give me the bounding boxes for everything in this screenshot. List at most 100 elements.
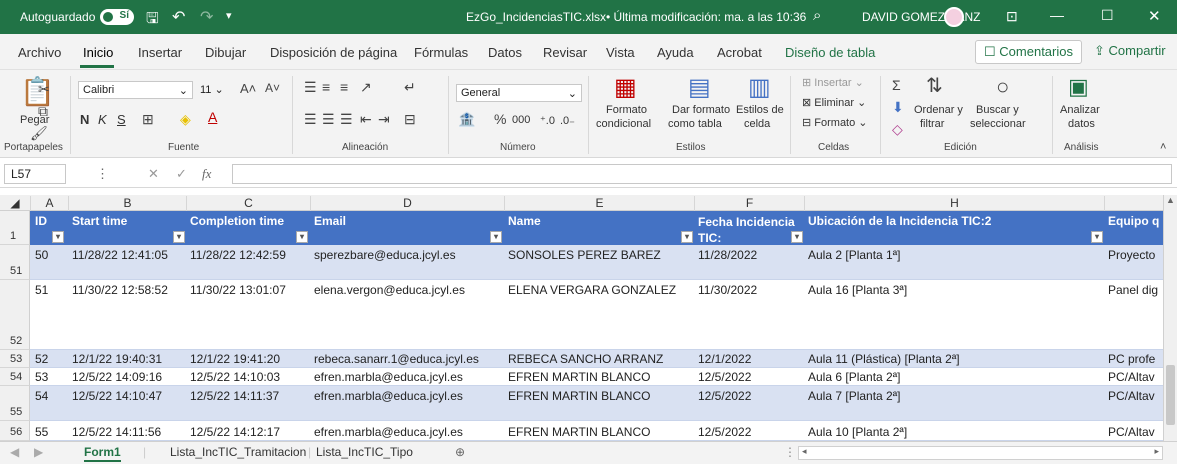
col-header-f[interactable]: F [694,196,804,211]
select-all-corner[interactable]: ◢ [0,196,30,211]
enter-icon[interactable]: ✓ [176,166,187,182]
cell-name[interactable]: REBECA SANCHO ARRANZ [508,352,663,366]
col-header-b[interactable]: B [68,196,186,211]
header-email[interactable]: Email [314,214,504,228]
table-row[interactable]: 54 12/5/22 14:10:47 12/5/22 14:11:37 efr… [30,386,1163,421]
cell-email[interactable]: sperezbare@educa.jcyl.es [314,248,456,262]
sort-filter-icon[interactable]: ⇅ [926,76,943,96]
next-sheet-icon[interactable]: ▶ [34,445,43,459]
cond-format-label1[interactable]: Formato [606,104,647,116]
format-cells-button[interactable]: ⊟ Formato ⌄ [802,116,868,129]
cell-equipo[interactable]: PC/Altav [1108,370,1163,384]
align-left-icon[interactable]: ☰ [304,112,317,126]
clear-icon[interactable]: ◇ [892,122,903,136]
add-sheet-icon[interactable]: ⊕ [455,445,465,459]
col-header-d[interactable]: D [310,196,504,211]
font-name-select[interactable]: Calibri ⌄ [78,81,193,99]
scroll-left-icon[interactable]: ◂ [802,446,807,457]
cell-fecha[interactable]: 11/30/2022 [698,283,757,297]
cell-email[interactable]: efren.marbla@educa.jcyl.es [314,370,463,384]
cell-styles-label2[interactable]: celda [744,118,770,130]
collapse-ribbon-icon[interactable]: ˄ [1160,142,1166,153]
cell-name[interactable]: ELENA VERGARA GONZALEZ [508,283,676,297]
tab-archivo[interactable]: Archivo [18,45,61,60]
row-header-51[interactable]: 51 [0,245,30,280]
row-header-53[interactable]: 53 [0,350,30,368]
cell-styles-label1[interactable]: Estilos de [736,104,784,116]
row-header-1[interactable]: 1 [0,211,30,245]
filter-dropdown-icon[interactable]: ▾ [173,231,185,243]
increase-indent-icon[interactable]: ⇥ [378,112,390,126]
cut-icon[interactable]: ✂ [38,82,50,96]
autosum-icon[interactable]: Σ [892,78,901,92]
align-right-icon[interactable]: ☰ [340,112,353,126]
save-icon[interactable]: 🖫 [146,8,159,33]
header-start-time[interactable]: Start time [72,214,186,228]
col-header-e[interactable]: E [504,196,694,211]
cell-completion-time[interactable]: 12/5/22 14:10:03 [190,370,280,384]
filter-dropdown-icon[interactable]: ▾ [681,231,693,243]
cell-equipo[interactable]: Panel dig [1108,283,1163,297]
align-top-icon[interactable]: ☰ [304,80,317,94]
tab-formulas[interactable]: Fórmulas [414,45,468,60]
row-header-52[interactable]: 52 [0,280,30,350]
col-header-a[interactable]: A [30,196,68,211]
header-id[interactable]: ID [35,214,69,228]
find-label1[interactable]: Buscar y [976,104,1019,116]
cell-start-time[interactable]: 12/5/22 14:11:56 [72,425,161,439]
increase-decimal-icon[interactable]: ⁺.0 [540,114,555,127]
cell-completion-time[interactable]: 11/30/22 13:01:07 [190,283,286,297]
cell-fecha[interactable]: 11/28/2022 [698,248,757,262]
cell-name[interactable]: SONSOLES PEREZ BAREZ [508,248,661,262]
formula-input[interactable] [232,164,1172,184]
align-middle-icon[interactable]: ≡ [322,80,330,94]
decrease-decimal-icon[interactable]: .0₋ [560,114,575,127]
row-header-55[interactable]: 55 [0,386,30,421]
cell-email[interactable]: efren.marbla@educa.jcyl.es [314,389,463,403]
cell-ubicacion[interactable]: Aula 2 [Planta 1ª] [808,248,901,262]
borders-icon[interactable]: ⊞ [142,112,154,126]
cell-start-time[interactable]: 12/5/22 14:10:47 [72,389,162,403]
sheet-tab-tramitacion[interactable]: Lista_IncTIC_Tramitacion [170,445,306,459]
cell-email[interactable]: elena.vergon@educa.jcyl.es [314,283,465,297]
grow-font-icon[interactable]: A˄ [240,82,256,95]
format-painter-icon[interactable]: 🖌 [30,126,48,140]
delete-cells-button[interactable]: ⊠ Eliminar ⌄ [802,96,866,109]
minimize-icon[interactable]: — [1050,7,1064,23]
tab-disposicion[interactable]: Disposición de página [270,45,397,60]
shrink-font-icon[interactable]: A˅ [265,82,280,94]
cell-start-time[interactable]: 11/28/22 12:41:05 [72,248,168,262]
conditional-format-icon[interactable]: ▦ [614,76,637,100]
autosave-toggle[interactable]: Sí [100,9,134,25]
col-header-c[interactable]: C [186,196,310,211]
table-row[interactable]: 55 12/5/22 14:11:56 12/5/22 14:12:17 efr… [30,421,1163,441]
cell-completion-time[interactable]: 12/1/22 19:41:20 [190,352,280,366]
percent-icon[interactable]: % [494,112,506,126]
format-table-label2[interactable]: como tabla [668,118,722,130]
sort-label2[interactable]: filtrar [920,118,944,130]
cell-completion-time[interactable]: 11/28/22 12:42:59 [190,248,286,262]
comments-button[interactable]: ☐ Comentarios [975,40,1082,64]
tab-diseno-tabla[interactable]: Diseño de tabla [785,45,875,60]
header-name[interactable]: Name [508,214,694,228]
cell-completion-time[interactable]: 12/5/22 14:11:37 [190,389,279,403]
accounting-icon[interactable]: 🏦 [458,112,475,126]
table-row[interactable]: 52 12/1/22 19:40:31 12/1/22 19:41:20 reb… [30,350,1163,368]
fill-color-icon[interactable]: ◈ [180,112,191,126]
filter-dropdown-icon[interactable]: ▾ [490,231,502,243]
col-header-h[interactable]: H [804,196,1104,211]
maximize-icon[interactable]: ☐ [1101,7,1114,24]
tab-insertar[interactable]: Insertar [138,45,182,60]
insert-cells-button[interactable]: ⊞ Insertar ⌄ [802,76,864,89]
cell-equipo[interactable]: PC/Altav [1108,425,1163,439]
horizontal-scrollbar[interactable]: ◂ ▸ [798,446,1163,460]
modified-status[interactable]: • Última modificación: ma. a las 10:36 [606,10,806,24]
cell-id[interactable]: 54 [35,389,48,403]
split-handle-icon[interactable]: ⋮ [784,445,796,459]
sort-label1[interactable]: Ordenar y [914,104,963,116]
analyze-data-icon[interactable]: ▣ [1068,76,1089,98]
comma-style-icon[interactable]: 000 [512,114,530,126]
cell-equipo[interactable]: PC profe [1108,352,1163,366]
format-table-icon[interactable]: ▤ [688,76,711,100]
cell-equipo[interactable]: PC/Altav [1108,389,1163,403]
